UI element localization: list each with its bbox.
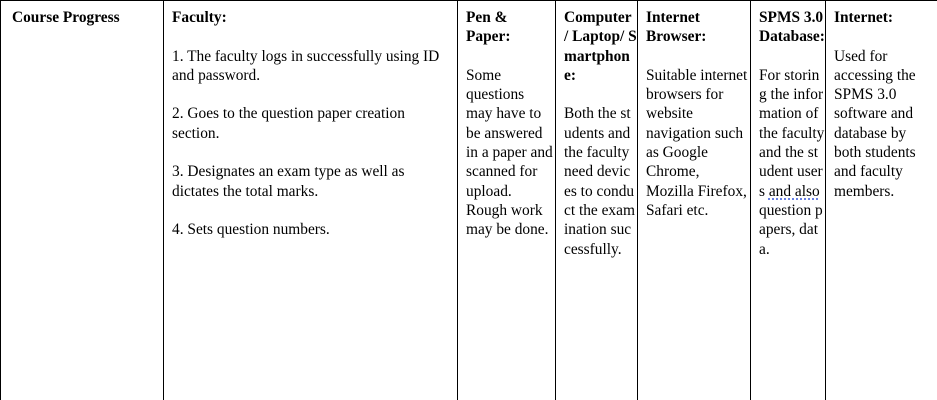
column-divider-6 xyxy=(825,0,826,400)
row-label: Course Progress xyxy=(12,9,120,26)
column-divider-5 xyxy=(750,0,751,400)
database-text: For storing the information of the facul… xyxy=(759,66,825,259)
column-divider-1 xyxy=(163,0,164,400)
faculty-step-3: 3. Designates an exam type as well as di… xyxy=(172,163,405,200)
column-divider-3 xyxy=(555,0,556,400)
faculty-cell: Faculty: 1. The faculty logs in successf… xyxy=(172,8,450,240)
faculty-step-1: 1. The faculty logs in successfully usin… xyxy=(172,47,440,84)
faculty-step-2: 2. Goes to the question paper creation s… xyxy=(172,105,405,142)
grammar-underline: and also xyxy=(768,182,820,200)
browser-heading: Internet Browser: xyxy=(646,9,707,46)
internet-text: Used for accessing the SPMS 3.0 software… xyxy=(834,47,916,200)
table-top-border xyxy=(0,0,937,1)
devices-heading: Computer / Laptop/ Smartphone: xyxy=(564,9,637,84)
database-heading: SPMS 3.0 Database: xyxy=(759,9,825,46)
database-text-before: For storing the information of the facul… xyxy=(759,66,825,200)
devices-cell: Computer / Laptop/ Smartphone: Both the … xyxy=(564,8,637,259)
pen-paper-text: Some questions may have to be answered i… xyxy=(466,66,553,239)
pen-paper-heading: Pen & Paper: xyxy=(466,9,511,46)
database-text-after: question papers, data. xyxy=(759,201,823,258)
faculty-step-4: 4. Sets question numbers. xyxy=(172,221,330,239)
column-divider-2 xyxy=(457,0,458,400)
browser-text: Suitable internet browsers for website n… xyxy=(646,66,748,219)
database-cell: SPMS 3.0 Database: For storing the infor… xyxy=(759,8,825,259)
internet-heading: Internet: xyxy=(834,9,893,26)
table-border-left xyxy=(0,0,1,400)
devices-text: Both the students and the faculty need d… xyxy=(564,105,635,258)
document-table: Course Progress Faculty: 1. The faculty … xyxy=(0,0,937,400)
row-label-cell: Course Progress xyxy=(12,8,160,27)
faculty-heading: Faculty: xyxy=(172,9,227,26)
internet-cell: Internet: Used for accessing the SPMS 3.… xyxy=(834,8,934,201)
column-divider-4 xyxy=(637,0,638,400)
browser-cell: Internet Browser: Suitable internet brow… xyxy=(646,8,749,220)
pen-paper-cell: Pen & Paper: Some questions may have to … xyxy=(466,8,554,240)
